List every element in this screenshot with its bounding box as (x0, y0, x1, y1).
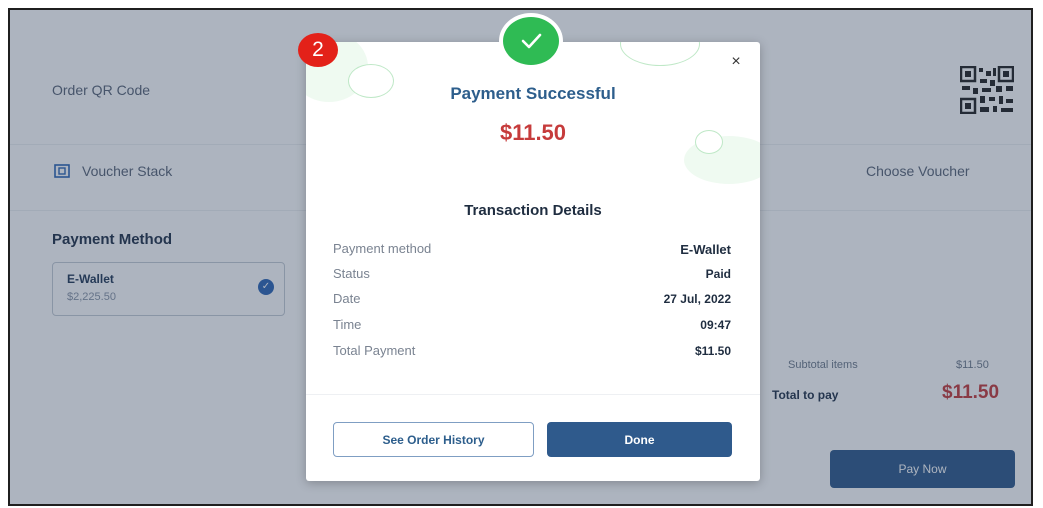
decorative-circle (620, 42, 700, 66)
detail-label: Status (333, 266, 370, 281)
detail-row-time: Time 09:47 (333, 317, 731, 333)
detail-value: E-Wallet (680, 242, 731, 257)
modal-title: Payment Successful (450, 84, 616, 103)
detail-row-status: Status Paid (333, 266, 731, 282)
detail-value: $11.50 (694, 344, 731, 358)
close-icon[interactable]: × (726, 52, 746, 72)
detail-row-total-payment: Total Payment $11.50 (333, 343, 731, 359)
done-button[interactable]: Done (547, 422, 732, 457)
detail-label: Time (333, 317, 362, 332)
payment-amount: $11.50 (499, 120, 567, 145)
detail-label: Date (333, 291, 361, 306)
detail-value: 09:47 (700, 318, 731, 332)
detail-row-payment-method: Payment method E-Wallet (333, 241, 731, 257)
detail-row-date: Date 27 Jul, 2022 (333, 291, 731, 307)
payment-success-modal: × Payment Successful $11.50 Transaction … (306, 42, 760, 481)
detail-label: Total Payment (333, 343, 416, 358)
detail-value: 27 Jul, 2022 (663, 292, 731, 306)
transaction-details-heading: Transaction Details (464, 202, 602, 219)
detail-label: Payment method (333, 241, 432, 256)
detail-value: Paid (705, 267, 731, 281)
step-marker: 2 (298, 33, 338, 67)
divider (306, 394, 760, 395)
success-check-icon (503, 17, 559, 65)
see-order-history-button[interactable]: See Order History (333, 422, 534, 457)
